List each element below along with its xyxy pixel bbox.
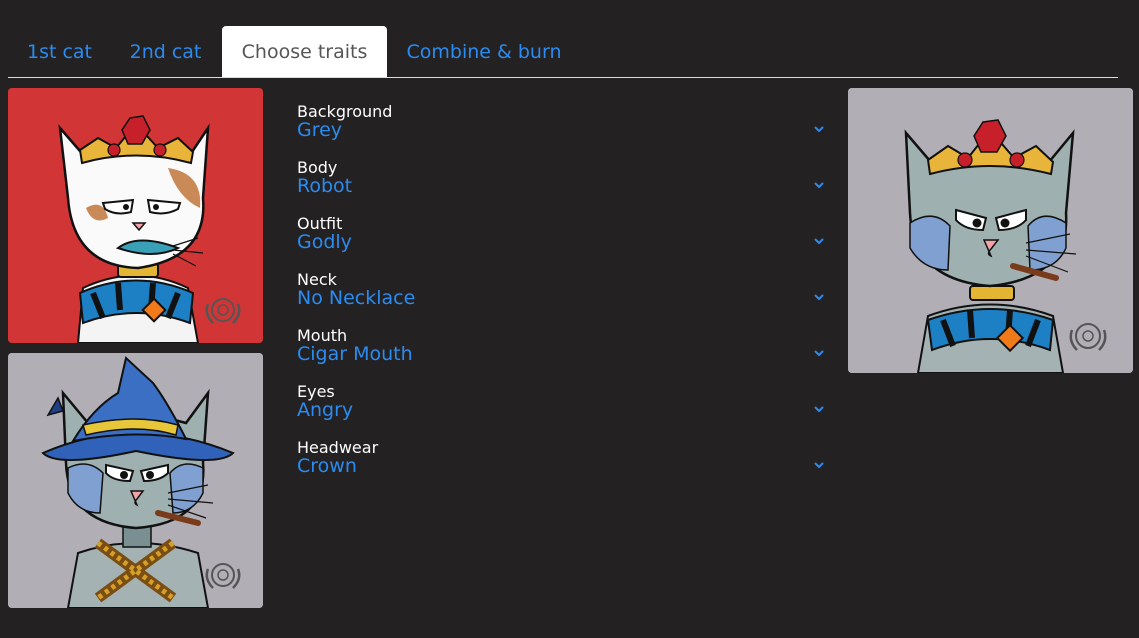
trait-value[interactable]: Godly: [297, 231, 352, 253]
chevron-down-icon[interactable]: [812, 402, 826, 416]
tab-1st-cat[interactable]: 1st cat: [8, 26, 111, 77]
second-cat-image[interactable]: [8, 353, 263, 608]
chevron-down-icon[interactable]: [812, 122, 826, 136]
chevron-down-icon[interactable]: [812, 178, 826, 192]
result-cat-illustration: [848, 88, 1133, 373]
tab-2nd-cat[interactable]: 2nd cat: [114, 26, 217, 77]
first-cat-illustration: [8, 88, 263, 343]
second-cat-illustration: [8, 353, 263, 608]
trait-value[interactable]: No Necklace: [297, 287, 415, 309]
tab-bar: 1st cat 2nd cat Choose traits Combine & …: [8, 26, 1118, 78]
chevron-down-icon[interactable]: [812, 458, 826, 472]
trait-select-eyes[interactable]: Eyes Angry: [297, 382, 832, 438]
trait-value[interactable]: Robot: [297, 175, 352, 197]
trait-value[interactable]: Angry: [297, 399, 353, 421]
tab-combine-burn[interactable]: Combine & burn: [392, 26, 576, 77]
trait-select-body[interactable]: Body Robot: [297, 158, 832, 214]
trait-select-mouth[interactable]: Mouth Cigar Mouth: [297, 326, 832, 382]
chevron-down-icon[interactable]: [812, 290, 826, 304]
trait-value[interactable]: Cigar Mouth: [297, 343, 413, 365]
trait-select-outfit[interactable]: Outfit Godly: [297, 214, 832, 270]
result-cat-preview: [848, 88, 1133, 373]
trait-select-headwear[interactable]: Headwear Crown: [297, 438, 832, 494]
trait-selector-list: Background Grey Body Robot Outfit Godly …: [297, 102, 832, 494]
first-cat-image[interactable]: [8, 88, 263, 343]
chevron-down-icon[interactable]: [812, 234, 826, 248]
tab-choose-traits[interactable]: Choose traits: [222, 26, 387, 77]
trait-value[interactable]: Crown: [297, 455, 357, 477]
trait-value[interactable]: Grey: [297, 119, 342, 141]
trait-select-background[interactable]: Background Grey: [297, 102, 832, 158]
chevron-down-icon[interactable]: [812, 346, 826, 360]
trait-select-neck[interactable]: Neck No Necklace: [297, 270, 832, 326]
